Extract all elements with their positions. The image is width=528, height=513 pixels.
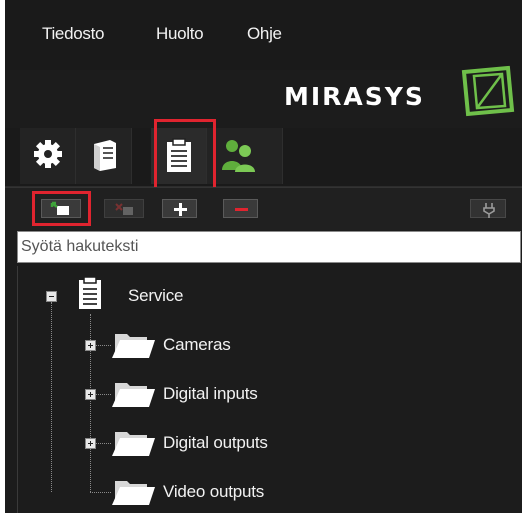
search-input[interactable] xyxy=(17,231,521,263)
tree-node-digital-outputs[interactable]: Digital outputs xyxy=(163,433,268,453)
tab-highlight-box xyxy=(154,119,216,193)
tree-node-service[interactable]: Service xyxy=(128,286,183,306)
app-window: Tiedosto Huolto Ohje MIRASYS Syötä hakut… xyxy=(5,0,522,513)
folder-icon xyxy=(112,383,155,407)
menu-bar: Tiedosto Huolto Ohje xyxy=(5,0,522,70)
tree-node-video-outputs[interactable]: Video outputs xyxy=(163,482,264,502)
tab-settings[interactable] xyxy=(20,128,76,184)
remove-item-icon xyxy=(115,203,133,215)
connect-button[interactable] xyxy=(470,199,506,218)
tab-servers[interactable] xyxy=(76,128,132,184)
digital-inputs-expand-toggle[interactable] xyxy=(85,389,96,400)
plus-icon xyxy=(174,203,187,216)
mirasys-logo-icon xyxy=(461,65,515,117)
brand-logo-text: MIRASYS xyxy=(284,82,425,111)
folder-icon xyxy=(112,432,155,456)
server-icon xyxy=(94,140,116,171)
folder-icon xyxy=(112,334,155,358)
tree-node-cameras[interactable]: Cameras xyxy=(163,335,231,355)
clipboard-icon xyxy=(79,276,101,309)
menu-tiedosto[interactable]: Tiedosto xyxy=(42,24,104,44)
gear-icon xyxy=(34,140,62,168)
menu-huolto[interactable]: Huolto xyxy=(156,24,204,44)
expand-all-button[interactable] xyxy=(162,199,197,218)
collapse-all-button[interactable] xyxy=(223,199,258,218)
tab-users[interactable] xyxy=(207,128,283,184)
users-icon xyxy=(222,140,255,172)
remove-item-button[interactable] xyxy=(104,199,144,218)
menu-ohje[interactable]: Ohje xyxy=(247,24,282,44)
device-tree: Service Cameras Digital inputs Digital o… xyxy=(17,266,522,513)
plug-icon xyxy=(483,203,495,218)
module-tabs xyxy=(5,128,522,187)
button-highlight-box xyxy=(32,191,91,226)
tree-node-digital-inputs[interactable]: Digital inputs xyxy=(163,384,258,404)
service-collapse-toggle[interactable] xyxy=(46,291,57,302)
digital-outputs-expand-toggle[interactable] xyxy=(85,438,96,449)
cameras-expand-toggle[interactable] xyxy=(85,340,96,351)
minus-icon xyxy=(235,208,248,211)
folder-icon xyxy=(112,481,155,505)
